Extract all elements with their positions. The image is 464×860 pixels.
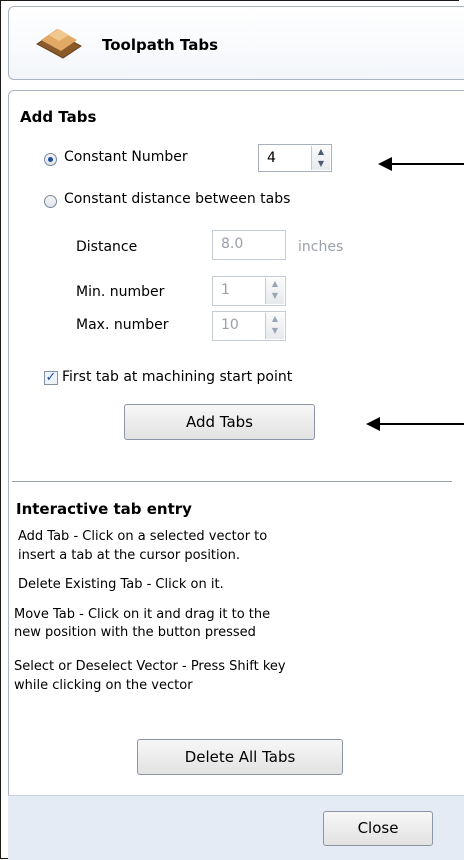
close-button[interactable]: Close [323,811,433,846]
add-tabs-button[interactable]: Add Tabs [124,404,315,440]
panel-title: Toolpath Tabs [102,36,219,54]
annotation-arrow-add-tabs [366,417,464,431]
check-icon: ✓ [45,370,57,385]
constant-number-radio[interactable] [44,153,57,166]
toolpath-tabs-icon [36,29,82,59]
max-number-label: Max. number [76,317,169,333]
spin-up-icon[interactable]: ▲ [318,147,324,156]
stepper-buttons[interactable]: ▲ ▼ [265,278,284,304]
max-number-value: 10 [221,317,239,333]
interactive-heading: Interactive tab entry [16,500,192,518]
spin-down-icon[interactable]: ▼ [272,291,278,300]
first-tab-checkbox[interactable]: ✓ [44,371,58,385]
spin-up-icon[interactable]: ▲ [272,314,278,323]
distance-unit: inches [298,239,344,255]
instruction-move-tab-line2: new position with the button pressed [14,625,256,640]
instruction-select-vector-line2: while clicking on the vector [14,678,193,693]
min-number-value: 1 [221,282,230,298]
header-panel: Toolpath Tabs [8,6,464,80]
min-number-label: Min. number [76,284,165,300]
constant-number-stepper[interactable]: 4 ▲ ▼ [258,144,332,172]
spin-up-icon[interactable]: ▲ [272,279,278,288]
spin-down-icon[interactable]: ▼ [318,159,324,168]
max-number-stepper[interactable]: 10 ▲ ▼ [212,311,286,341]
add-tabs-heading: Add Tabs [20,108,97,126]
spin-down-icon[interactable]: ▼ [272,326,278,335]
first-tab-label: First tab at machining start point [62,369,293,385]
constant-distance-radio[interactable] [44,195,57,208]
stepper-buttons[interactable]: ▲ ▼ [311,146,330,170]
constant-distance-label: Constant distance between tabs [64,191,291,207]
instruction-select-vector-line1: Select or Deselect Vector - Press Shift … [14,659,286,674]
instruction-delete-tab: Delete Existing Tab - Click on it. [18,577,224,592]
distance-field[interactable]: 8.0 [212,230,286,260]
min-number-stepper[interactable]: 1 ▲ ▼ [212,276,286,306]
distance-label: Distance [76,239,138,255]
instruction-add-tab-line2: insert a tab at the cursor position. [18,548,240,563]
delete-all-tabs-button[interactable]: Delete All Tabs [137,739,343,775]
stepper-buttons[interactable]: ▲ ▼ [265,313,284,339]
instruction-move-tab-line1: Move Tab - Click on it and drag it to th… [14,607,271,622]
section-divider [12,481,452,482]
constant-number-value: 4 [267,150,276,166]
constant-number-label: Constant Number [64,149,188,165]
distance-value: 8.0 [221,236,244,252]
instruction-add-tab-line1: Add Tab - Click on a selected vector to [18,529,268,544]
annotation-arrow-constant-number [378,157,464,171]
